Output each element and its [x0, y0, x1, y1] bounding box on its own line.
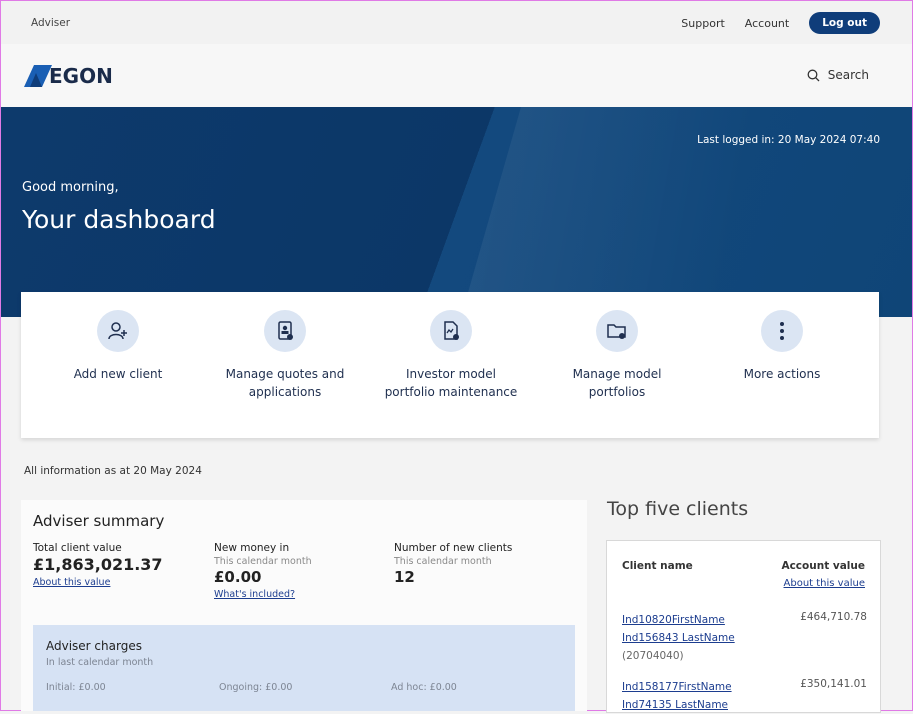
new-money-title: New money in: [214, 542, 290, 554]
search-label: Search: [827, 68, 869, 82]
charges-title: Adviser charges: [46, 639, 142, 653]
new-clients-sub: This calendar month: [394, 556, 492, 567]
brand-bar: EGON Search: [1, 44, 912, 107]
more-vertical-icon: [761, 310, 803, 352]
new-clients: Number of new clients This calendar mont…: [394, 542, 512, 586]
new-clients-title: Number of new clients: [394, 542, 513, 554]
charges-ongoing: Ongoing: £0.00: [219, 682, 293, 693]
support-link[interactable]: Support: [681, 17, 724, 30]
aegon-mark-icon: [24, 65, 52, 87]
quick-actions-card: Add new client Manage quotes and applica…: [21, 292, 879, 438]
page-title: Your dashboard: [22, 205, 216, 234]
adviser-label: Adviser: [31, 17, 71, 29]
summary-title: Adviser summary: [33, 512, 165, 530]
account-link[interactable]: Account: [745, 17, 789, 30]
charges-initial: Initial: £0.00: [46, 682, 106, 693]
whats-included-link[interactable]: What's included?: [214, 589, 312, 600]
new-money-in: New money in This calendar month £0.00 W…: [214, 542, 312, 600]
col-account-value: Account value: [781, 560, 865, 572]
greeting: Good morning,: [22, 180, 119, 195]
total-value: £1,863,021.37: [33, 555, 163, 574]
action-more-actions[interactable]: More actions: [712, 310, 852, 383]
adviser-charges: Adviser charges In last calendar month I…: [33, 625, 575, 711]
about-value-link[interactable]: About this value: [784, 578, 865, 589]
search-button[interactable]: Search: [807, 68, 869, 82]
action-investor-model-portfolio[interactable]: Investor model portfolio maintenance: [381, 310, 521, 401]
table-row: Ind10820FirstName Ind156843 LastName (20…: [622, 611, 867, 665]
document-settings-icon: [430, 310, 472, 352]
client-name-link[interactable]: Ind74135 LastName: [622, 696, 867, 714]
action-label: Manage quotes and applications: [225, 367, 345, 399]
table-row: Ind158177FirstName Ind74135 LastName £35…: [622, 678, 867, 714]
document-user-icon: [264, 310, 306, 352]
action-label: Add new client: [73, 367, 163, 381]
action-manage-model-portfolios[interactable]: Manage model portfolios: [547, 310, 687, 401]
charges-sub: In last calendar month: [46, 657, 154, 668]
adviser-summary: Adviser summary Total client value £1,86…: [21, 500, 587, 711]
client-name-link[interactable]: Ind156843 LastName: [622, 629, 867, 647]
col-client-name: Client name: [622, 560, 693, 572]
action-label: More actions: [743, 367, 821, 381]
client-ref: (20704040): [622, 650, 684, 662]
add-user-icon: [97, 310, 139, 352]
logo-text: EGON: [49, 64, 113, 88]
client-value: £350,141.01: [800, 678, 867, 690]
action-add-new-client[interactable]: Add new client: [48, 310, 188, 383]
top-five-title: Top five clients: [607, 498, 749, 520]
utility-bar: Adviser Support Account Log out: [1, 1, 912, 44]
aegon-logo[interactable]: EGON: [24, 63, 113, 89]
new-money-sub: This calendar month: [214, 556, 312, 567]
last-logged-in: Last logged in: 20 May 2024 07:40: [697, 134, 880, 146]
logout-button[interactable]: Log out: [809, 12, 880, 34]
client-value: £464,710.78: [800, 611, 867, 623]
total-client-value: Total client value £1,863,021.37 About t…: [33, 542, 163, 588]
action-manage-quotes[interactable]: Manage quotes and applications: [215, 310, 355, 401]
action-label: Investor model portfolio maintenance: [384, 367, 518, 399]
search-icon: [807, 69, 820, 81]
folder-settings-icon: [596, 310, 638, 352]
about-value-link[interactable]: About this value: [33, 577, 163, 588]
total-title: Total client value: [33, 542, 122, 554]
new-money-value: £0.00: [214, 568, 262, 586]
dashboard-hero: Last logged in: 20 May 2024 07:40 Good m…: [1, 107, 912, 317]
action-label: Manage model portfolios: [572, 367, 662, 399]
top-five-clients-table: Client name Account value About this val…: [606, 540, 881, 713]
info-date: All information as at 20 May 2024: [24, 465, 202, 477]
charges-adhoc: Ad hoc: £0.00: [391, 682, 457, 693]
new-clients-value: 12: [394, 568, 415, 586]
